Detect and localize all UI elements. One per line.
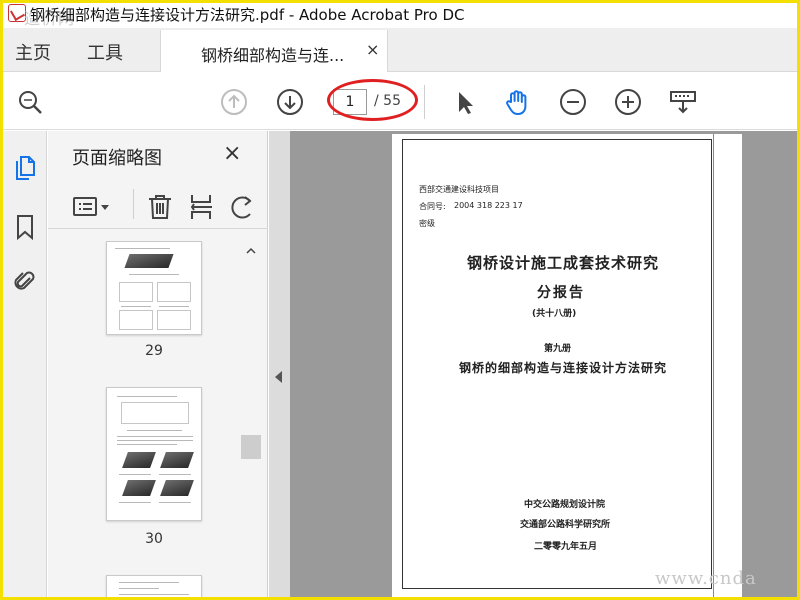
toolbar-divider	[424, 85, 425, 119]
volume-number: 第九册	[544, 344, 572, 354]
thumb-text-line	[115, 248, 170, 249]
bookmark-icon[interactable]	[13, 213, 37, 241]
page-thumbnail[interactable]	[106, 387, 202, 521]
pages-icon[interactable]	[13, 153, 37, 180]
document-viewport[interactable]: 西部交通建设科技项目 合同号: 2004 318 223 17 密级 钢桥设计施…	[290, 131, 797, 597]
thumb-text-line	[117, 444, 177, 445]
zoom-out-icon[interactable]	[559, 88, 587, 116]
highlight-ellipse	[327, 79, 418, 121]
thumb-text-line	[119, 582, 179, 583]
page-thumbnail[interactable]	[106, 575, 202, 597]
keyboard-tools-icon[interactable]	[669, 88, 697, 116]
collapse-left-icon[interactable]	[275, 371, 282, 383]
thumbnail-page-label: 29	[145, 343, 163, 359]
organization-2: 交通部公路科学研究所	[520, 520, 611, 530]
panel-toolbar	[48, 183, 268, 229]
insert-page-icon[interactable]	[188, 193, 216, 221]
thumb-figure	[121, 402, 189, 424]
panel-collapse-strip[interactable]	[269, 131, 290, 597]
thumb-text-line	[119, 474, 151, 475]
page-down-icon[interactable]	[276, 88, 304, 116]
delete-page-icon[interactable]	[146, 193, 174, 221]
scrollbar-thumb[interactable]	[241, 435, 261, 459]
navigation-rail	[3, 131, 47, 597]
thumb-image	[124, 254, 174, 268]
thumb-text-line	[119, 588, 159, 589]
panel-title: 页面缩略图	[72, 148, 162, 169]
thumb-text-line	[159, 306, 189, 307]
contract-label: 合同号:	[419, 202, 446, 211]
thumb-text-line	[159, 474, 191, 475]
volume-count: (共十八册)	[532, 309, 577, 319]
menu-tools[interactable]: 工具	[87, 39, 123, 65]
close-tab-icon[interactable]: ×	[366, 40, 379, 59]
rotate-page-icon[interactable]	[228, 193, 256, 221]
thumbnails-scrollbar[interactable]	[241, 241, 261, 597]
thumb-image	[160, 452, 194, 468]
thumb-image	[160, 480, 194, 496]
thumbnails-list[interactable]: 29 30	[48, 241, 238, 597]
thumbnail-options-icon[interactable]	[72, 195, 112, 219]
thumb-text-line	[117, 396, 177, 397]
scroll-up-icon[interactable]	[245, 245, 257, 259]
menu-tab-bar: 主页 工具 钢桥细部构造与连... ×	[3, 28, 797, 72]
report-title: 钢桥的细部构造与连接设计方法研究	[459, 361, 668, 375]
thumb-image	[122, 452, 156, 468]
thumb-text-line	[119, 502, 151, 503]
thumb-figure	[119, 310, 153, 330]
document-date: 二零零九年五月	[534, 542, 598, 552]
zoom-in-icon[interactable]	[614, 88, 642, 116]
thumb-text-line	[121, 306, 151, 307]
select-pointer-icon[interactable]	[450, 88, 478, 116]
page-up-icon[interactable]	[220, 88, 248, 116]
panel-toolbar-divider	[133, 189, 134, 219]
thumb-figure	[157, 310, 191, 330]
project-line: 西部交通建设科技项目	[419, 185, 499, 194]
document-tab-label: 钢桥细部构造与连...	[201, 46, 345, 65]
window-title: 钢桥细部构造与连接设计方法研究.pdf - Adobe Acrobat Pro …	[30, 6, 465, 24]
thumb-text-line	[117, 440, 193, 441]
close-panel-icon[interactable]: ×	[223, 141, 241, 166]
document-tab[interactable]: 钢桥细部构造与连... ×	[160, 30, 388, 72]
document-page: 西部交通建设科技项目 合同号: 2004 318 223 17 密级 钢桥设计施…	[392, 134, 742, 597]
organization-1: 中交公路规划设计院	[524, 500, 606, 510]
attachment-icon[interactable]	[13, 267, 37, 293]
scan-edge	[713, 134, 714, 597]
thumb-figure	[157, 282, 191, 302]
search-icon[interactable]	[16, 88, 44, 116]
secret-level: 密级	[419, 219, 435, 228]
page-thumbnails-panel: 页面缩略图 × 29 30	[48, 131, 268, 597]
thumbnail-page-label: 30	[145, 531, 163, 547]
thumb-text-line	[117, 436, 193, 437]
thumb-image	[122, 480, 156, 496]
thumb-text-line	[129, 274, 179, 275]
thumb-text-line	[127, 430, 182, 431]
title-bar: 造价网 钢桥细部构造与连接设计方法研究.pdf - Adobe Acrobat …	[0, 0, 800, 28]
thumb-text-line	[119, 594, 189, 595]
page-thumbnail[interactable]	[106, 241, 202, 335]
thumb-figure	[119, 282, 153, 302]
watermark-bottom: www.cnda	[655, 568, 757, 589]
hand-tool-icon[interactable]	[503, 88, 531, 116]
document-title: 钢桥设计施工成套技术研究	[467, 254, 660, 272]
document-subtitle: 分报告	[537, 285, 585, 301]
thumb-text-line	[159, 502, 191, 503]
menu-home[interactable]: 主页	[15, 39, 51, 65]
contract-number: 2004 318 223 17	[454, 201, 523, 210]
